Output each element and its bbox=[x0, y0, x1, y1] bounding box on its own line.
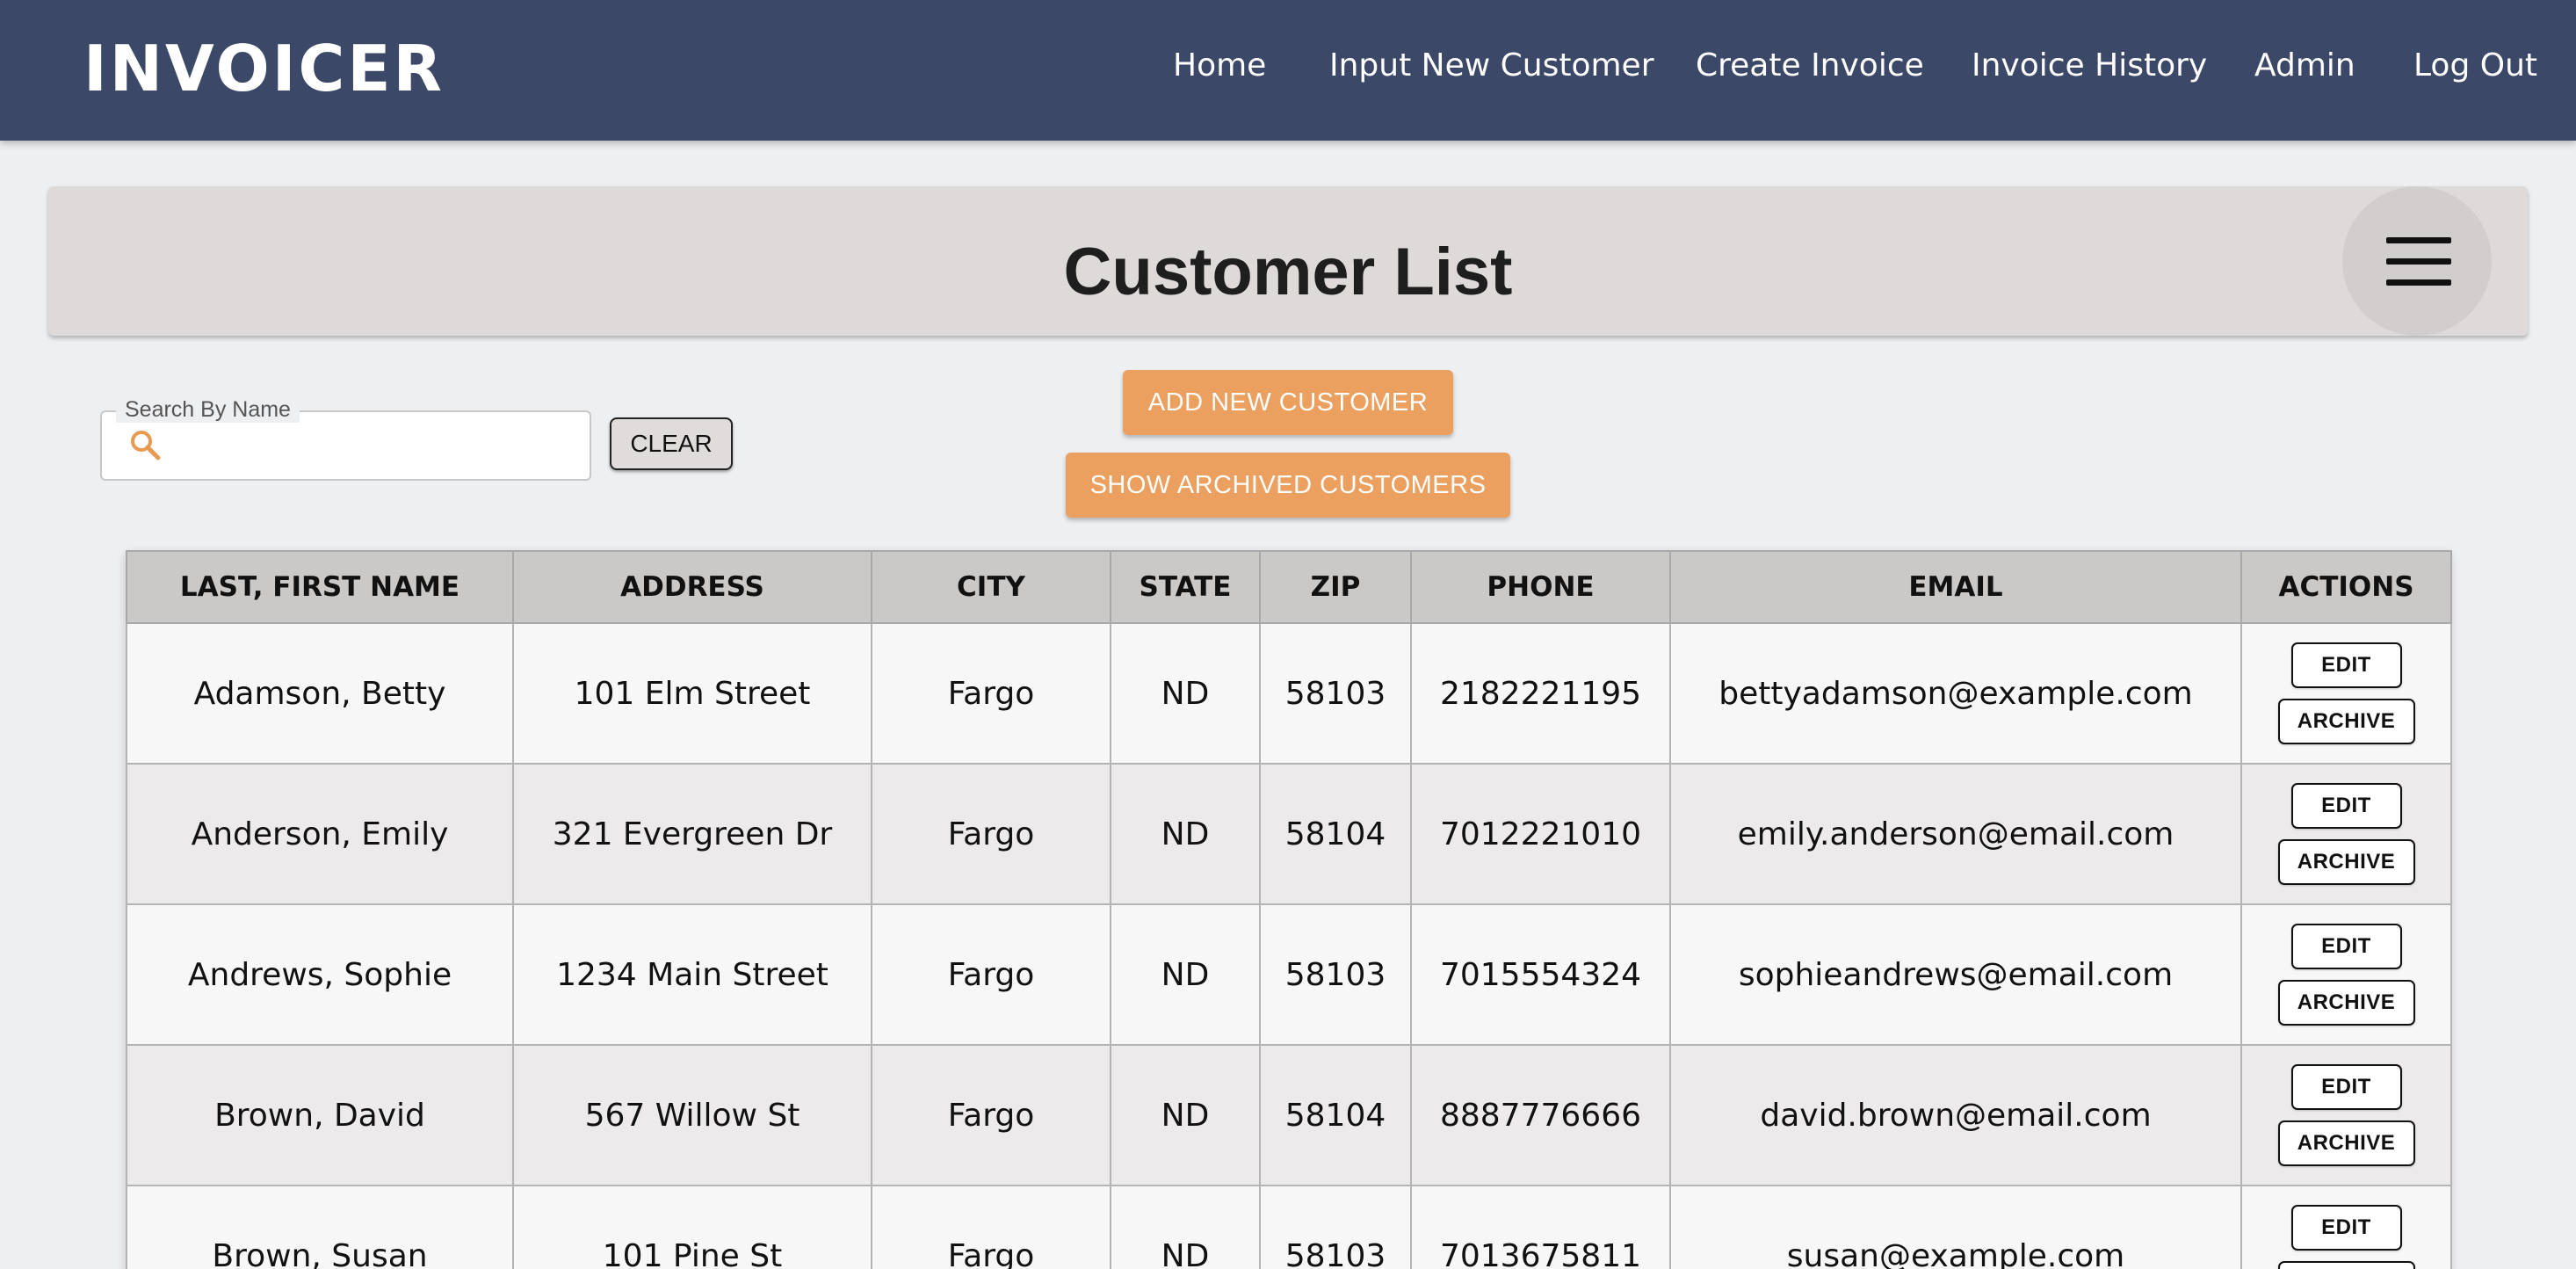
cell-actions: EDIT ARCHIVE bbox=[2240, 1185, 2452, 1269]
table-row: Anderson, Emily 321 Evergreen Dr Fargo ND 58… bbox=[126, 763, 2452, 905]
cell-name: Brown, Susan bbox=[126, 1185, 514, 1269]
archive-button[interactable]: ARCHIVE bbox=[2277, 839, 2415, 885]
edit-button[interactable]: EDIT bbox=[2290, 924, 2402, 969]
show-archived-customers-button[interactable]: SHOW ARCHIVED CUSTOMERS bbox=[1066, 453, 1510, 518]
nav-link-create-invoice[interactable]: Create Invoice bbox=[1696, 47, 1924, 83]
cell-zip: 58103 bbox=[1259, 622, 1412, 765]
cell-email: bettyadamson@example.com bbox=[1669, 622, 2242, 765]
cell-phone: 7015554324 bbox=[1410, 903, 1671, 1046]
edit-button[interactable]: EDIT bbox=[2290, 642, 2402, 688]
hamburger-menu-icon[interactable] bbox=[2342, 186, 2492, 336]
cell-city: Fargo bbox=[871, 1044, 1111, 1186]
cell-actions: EDIT ARCHIVE bbox=[2240, 1044, 2452, 1186]
table-row: Brown, Susan 101 Pine St Fargo ND 58103 70136… bbox=[126, 1185, 2452, 1269]
nav-link-input-new-customer[interactable]: Input New Customer bbox=[1329, 47, 1654, 83]
cell-zip: 58103 bbox=[1259, 1185, 1412, 1269]
table-row: Andrews, Sophie 1234 Main Street Fargo ND 58… bbox=[126, 903, 2452, 1046]
add-new-customer-button[interactable]: ADD NEW CUSTOMER bbox=[1123, 370, 1453, 435]
cell-address: 101 Elm Street bbox=[512, 622, 872, 765]
cell-name: Andrews, Sophie bbox=[126, 903, 514, 1046]
cell-state: ND bbox=[1110, 1044, 1261, 1186]
table-row: Brown, David 567 Willow St Fargo ND 58104 888… bbox=[126, 1044, 2452, 1186]
cell-zip: 58104 bbox=[1259, 763, 1412, 905]
archive-button[interactable]: ARCHIVE bbox=[2277, 699, 2415, 744]
cell-phone: 8887776666 bbox=[1410, 1044, 1671, 1186]
nav-link-invoice-history[interactable]: Invoice History bbox=[1972, 47, 2207, 83]
cell-name: Brown, David bbox=[126, 1044, 514, 1186]
top-navbar: INVOICER Home Input New Customer Create … bbox=[0, 0, 2576, 141]
cell-city: Fargo bbox=[871, 763, 1111, 905]
page-title: Customer List bbox=[1063, 235, 1513, 309]
nav-link-home[interactable]: Home bbox=[1173, 47, 1266, 83]
search-icon bbox=[131, 431, 161, 460]
archive-button[interactable]: ARCHIVE bbox=[2277, 1261, 2415, 1269]
nav-link-admin[interactable]: Admin bbox=[2254, 47, 2355, 83]
cell-phone: 7013675811 bbox=[1410, 1185, 1671, 1269]
cell-city: Fargo bbox=[871, 903, 1111, 1046]
search-label: Search By Name bbox=[116, 397, 300, 423]
app-logo[interactable]: INVOICER bbox=[83, 32, 445, 105]
customer-table: LAST, FIRST NAME ADDRESS CITY STATE ZIP … bbox=[126, 550, 2452, 1269]
cell-state: ND bbox=[1110, 903, 1261, 1046]
cell-actions: EDIT ARCHIVE bbox=[2240, 763, 2452, 905]
cell-city: Fargo bbox=[871, 622, 1111, 765]
cell-state: ND bbox=[1110, 1185, 1261, 1269]
cell-state: ND bbox=[1110, 763, 1261, 905]
clear-button[interactable]: CLEAR bbox=[610, 417, 733, 470]
column-header-city[interactable]: CITY bbox=[871, 550, 1111, 624]
column-header-actions: ACTIONS bbox=[2240, 550, 2452, 624]
column-header-zip[interactable]: ZIP bbox=[1259, 550, 1412, 624]
column-header-name[interactable]: LAST, FIRST NAME bbox=[126, 550, 514, 624]
search-input[interactable] bbox=[174, 421, 578, 470]
cell-state: ND bbox=[1110, 622, 1261, 765]
cell-email: emily.anderson@email.com bbox=[1669, 763, 2242, 905]
archive-button[interactable]: ARCHIVE bbox=[2277, 1120, 2415, 1166]
table-header-row: LAST, FIRST NAME ADDRESS CITY STATE ZIP … bbox=[126, 550, 2452, 624]
cell-phone: 7012221010 bbox=[1410, 763, 1671, 905]
edit-button[interactable]: EDIT bbox=[2290, 783, 2402, 829]
cell-actions: EDIT ARCHIVE bbox=[2240, 903, 2452, 1046]
archive-button[interactable]: ARCHIVE bbox=[2277, 980, 2415, 1026]
column-header-phone[interactable]: PHONE bbox=[1410, 550, 1671, 624]
cell-address: 321 Evergreen Dr bbox=[512, 763, 872, 905]
edit-button[interactable]: EDIT bbox=[2290, 1205, 2402, 1251]
cell-zip: 58104 bbox=[1259, 1044, 1412, 1186]
table-row: Adamson, Betty 101 Elm Street Fargo ND 58103… bbox=[126, 622, 2452, 765]
cell-zip: 58103 bbox=[1259, 903, 1412, 1046]
cell-name: Anderson, Emily bbox=[126, 763, 514, 905]
column-header-address[interactable]: ADDRESS bbox=[512, 550, 872, 624]
cell-address: 101 Pine St bbox=[512, 1185, 872, 1269]
cell-email: susan@example.com bbox=[1669, 1185, 2242, 1269]
edit-button[interactable]: EDIT bbox=[2290, 1064, 2402, 1110]
cell-address: 567 Willow St bbox=[512, 1044, 872, 1186]
column-header-state[interactable]: STATE bbox=[1110, 550, 1261, 624]
nav-link-log-out[interactable]: Log Out bbox=[2413, 47, 2537, 83]
cell-actions: EDIT ARCHIVE bbox=[2240, 622, 2452, 765]
column-header-email[interactable]: EMAIL bbox=[1669, 550, 2242, 624]
cell-city: Fargo bbox=[871, 1185, 1111, 1269]
cell-address: 1234 Main Street bbox=[512, 903, 872, 1046]
cell-phone: 2182221195 bbox=[1410, 622, 1671, 765]
cell-name: Adamson, Betty bbox=[126, 622, 514, 765]
cell-email: david.brown@email.com bbox=[1669, 1044, 2242, 1186]
page-header-card: Customer List bbox=[48, 186, 2528, 336]
cell-email: sophieandrews@email.com bbox=[1669, 903, 2242, 1046]
